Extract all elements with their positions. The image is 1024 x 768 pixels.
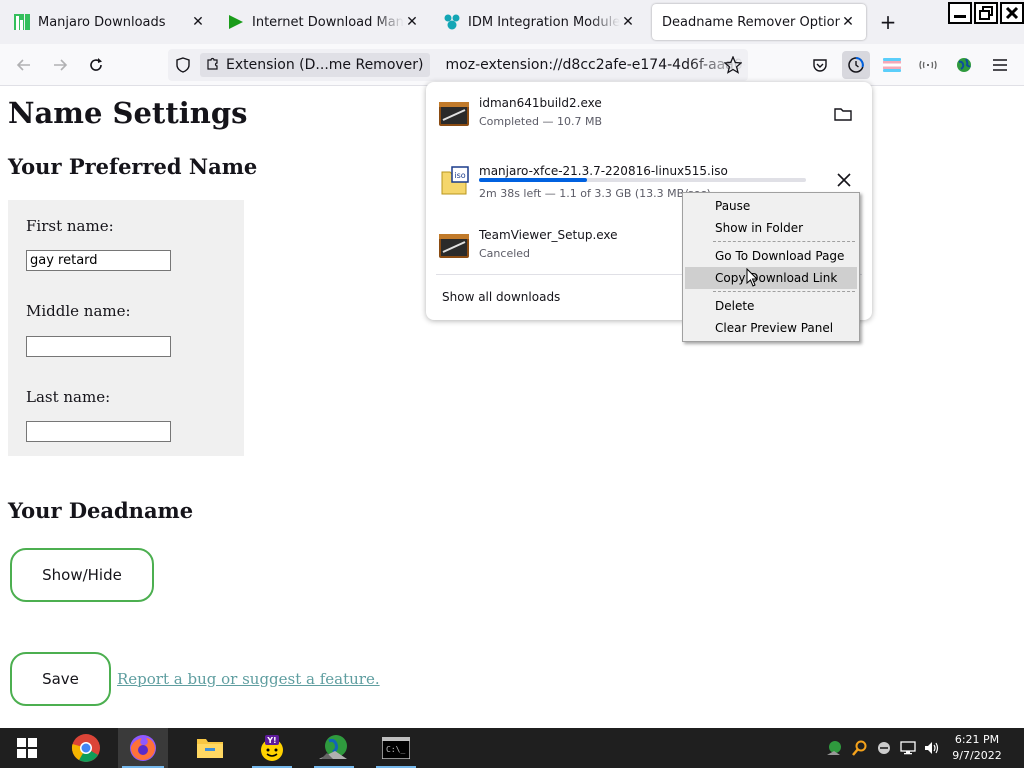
forward-button[interactable] [48, 53, 72, 77]
first-name-input[interactable] [26, 250, 171, 271]
save-button[interactable]: Save [10, 652, 111, 706]
menu-separator [713, 241, 855, 242]
idm-app-icon[interactable] [310, 728, 358, 768]
menu-icon[interactable] [988, 53, 1012, 77]
menu-item-copy-download-link[interactable]: Copy Download Link [685, 267, 857, 289]
tab-title: Internet Download Manager: [252, 14, 404, 30]
download-filename: TeamViewer_Setup.exe [479, 228, 618, 242]
yahoo-messenger-icon[interactable]: Y! [248, 728, 296, 768]
chrome-icon[interactable] [62, 728, 110, 768]
close-tab-icon[interactable]: ✕ [620, 14, 636, 30]
middle-name-label: Middle name: [26, 302, 131, 320]
download-status: Canceled [479, 247, 531, 260]
reload-button[interactable] [84, 53, 108, 77]
command-prompt-icon[interactable]: C:\_ [372, 728, 420, 768]
search-tray-icon[interactable] [852, 740, 868, 756]
system-clock[interactable]: 6:21 PM 9/7/2022 [946, 732, 1008, 764]
navigation-bar: Extension (D...me Remover) moz-extension… [0, 44, 1024, 86]
close-tab-icon[interactable]: ✕ [190, 14, 206, 30]
download-status: Completed — 10.7 MB [479, 115, 603, 128]
file-explorer-icon[interactable] [186, 728, 234, 768]
menu-item-go-to-download-page[interactable]: Go To Download Page [685, 245, 857, 267]
preferred-name-heading: Your Preferred Name [8, 154, 258, 179]
tab-title: IDM Integration Module – Get [468, 14, 620, 30]
manjaro-icon [14, 14, 30, 30]
deadname-heading: Your Deadname [8, 498, 194, 523]
tab-title: Manjaro Downloads [38, 14, 166, 30]
idm-tray-icon[interactable] [826, 740, 842, 756]
identity-label: Extension (D...me Remover) [226, 57, 424, 73]
close-tab-icon[interactable]: ✕ [404, 14, 420, 30]
svg-text:C:\_: C:\_ [386, 745, 405, 754]
tab-title: Deadname Remover Options [662, 14, 840, 30]
menu-separator [713, 291, 855, 292]
page-title: Name Settings [8, 96, 248, 130]
clock-time: 6:21 PM [954, 733, 1000, 746]
svg-text:Y!: Y! [266, 736, 276, 745]
shield-icon[interactable] [175, 57, 191, 77]
tab-idm[interactable]: Internet Download Manager: ✕ [218, 4, 430, 40]
firefox-icon[interactable] [118, 728, 168, 768]
network-icon[interactable] [900, 740, 916, 756]
iso-file-icon: iso [438, 166, 470, 198]
preferred-name-form: First name: Middle name: Last name: [8, 200, 244, 456]
address-bar[interactable]: Extension (D...me Remover) moz-extension… [168, 49, 748, 81]
tab-idm-integration[interactable]: IDM Integration Module – Get ✕ [434, 4, 646, 40]
download-filename: idman641build2.exe [479, 96, 602, 110]
download-progress-bar [479, 178, 806, 182]
download-filename: manjaro-xfce-21.3.7-220816-linux515.iso [479, 164, 728, 178]
globe-extension-icon[interactable] [952, 53, 976, 77]
menu-item-pause[interactable]: Pause [685, 195, 857, 217]
url-text: moz-extension://d8cc2afe-e174-4d6f-aaa0-… [445, 57, 746, 73]
windows-logo-icon [17, 738, 37, 758]
exe-file-icon [438, 98, 470, 130]
clock-date: 9/7/2022 [952, 749, 1002, 762]
menu-item-clear-preview-panel[interactable]: Clear Preview Panel [685, 317, 857, 339]
status-tray-icon[interactable] [876, 740, 892, 756]
puzzle-icon [444, 14, 460, 30]
report-bug-link[interactable]: Report a bug or suggest a feature. [117, 670, 380, 688]
menu-item-show-in-folder[interactable]: Show in Folder [685, 217, 857, 239]
extension-icon [206, 56, 220, 74]
download-progress-icon [848, 57, 864, 73]
tab-manjaro-downloads[interactable]: Manjaro Downloads ✕ [4, 4, 216, 40]
download-item[interactable]: idman641build2.exe Completed — 10.7 MB [426, 84, 872, 144]
back-button[interactable] [12, 53, 36, 77]
tab-deadname-remover[interactable]: Deadname Remover Options ✕ [652, 4, 866, 40]
download-status: 2m 38s left — 1.1 of 3.3 GB (13.3 MB/sec… [479, 187, 711, 200]
close-window-button[interactable] [1000, 2, 1024, 24]
tab-strip: Manjaro Downloads ✕ Internet Download Ma… [0, 0, 1024, 44]
exe-file-icon [438, 230, 470, 262]
show-hide-button[interactable]: Show/Hide [10, 548, 154, 602]
first-name-label: First name: [26, 217, 114, 235]
play-icon [228, 14, 244, 30]
minimize-button[interactable] [948, 2, 972, 24]
idm-extension-icon[interactable] [916, 53, 940, 77]
pocket-icon[interactable] [808, 53, 832, 77]
close-tab-icon[interactable]: ✕ [840, 14, 856, 30]
svg-text:iso: iso [454, 171, 465, 180]
start-button[interactable] [3, 728, 51, 768]
last-name-input[interactable] [26, 421, 171, 442]
new-tab-button[interactable]: + [876, 10, 900, 34]
download-progress-fill [479, 178, 587, 182]
trans-flag-extension-icon[interactable] [880, 53, 904, 77]
identity-box[interactable]: Extension (D...me Remover) [200, 53, 430, 77]
mouse-cursor-icon [746, 267, 759, 291]
folder-icon[interactable] [834, 106, 852, 126]
middle-name-input[interactable] [26, 336, 171, 357]
volume-icon[interactable] [924, 740, 940, 756]
download-context-menu: Pause Show in Folder Go To Download Page… [682, 192, 860, 342]
last-name-label: Last name: [26, 388, 111, 406]
bookmark-star-icon[interactable] [723, 55, 743, 78]
downloads-button[interactable] [842, 51, 870, 79]
show-all-downloads-button[interactable]: Show all downloads [442, 290, 560, 304]
restore-button[interactable] [974, 2, 998, 24]
taskbar: Y! C:\_ 6:21 PM 9/7/2022 [0, 728, 1024, 768]
cancel-download-icon[interactable] [836, 172, 852, 192]
menu-item-delete[interactable]: Delete [685, 295, 857, 317]
